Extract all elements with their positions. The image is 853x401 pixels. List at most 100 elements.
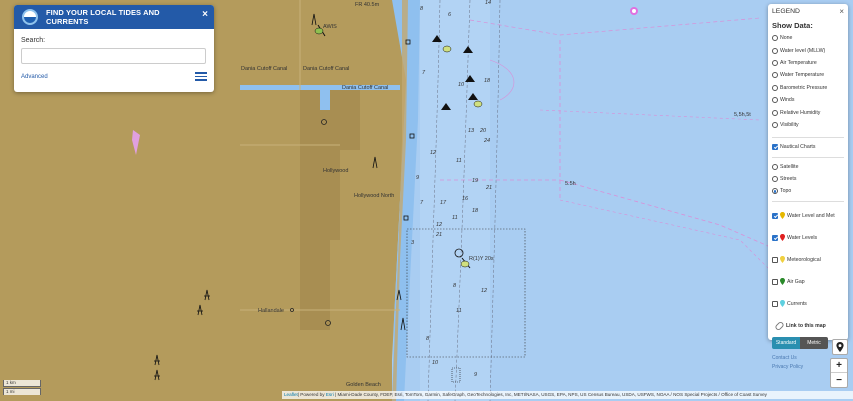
zoom-in-button[interactable]: + <box>831 359 847 373</box>
base-layer-streets[interactable]: Streets <box>772 173 844 185</box>
option-label: Relative Humidity <box>780 109 821 116</box>
scale-bar-km: 1 km <box>3 380 41 387</box>
list-icon[interactable] <box>195 72 207 81</box>
depth-sounding: 17 <box>440 200 447 206</box>
map-label-light: FR 40.5m <box>355 2 380 8</box>
esri-link[interactable]: Esri <box>326 392 334 397</box>
radio-icon[interactable] <box>772 35 778 42</box>
option-label: Winds <box>780 97 795 104</box>
option-label: Topo <box>780 188 792 195</box>
map-label-hollywood: Hollywood <box>323 168 349 174</box>
base-layer-satellite[interactable]: Satellite <box>772 161 844 173</box>
search-panel: FIND YOUR LOCAL TIDES AND CURRENTS × Sea… <box>14 5 214 92</box>
metric-units-button[interactable]: Metric <box>800 336 828 349</box>
radio-icon[interactable] <box>772 72 778 79</box>
radio-icon[interactable] <box>772 163 778 170</box>
checkbox-icon[interactable] <box>772 234 778 241</box>
map-label-depth-note: 5.5h <box>565 181 576 187</box>
data-option-relative-humidity[interactable]: Relative Humidity <box>772 106 844 118</box>
option-label: Currents <box>787 300 807 307</box>
legend-panel: LEGEND × Show Data: None Water level (ML… <box>768 4 848 370</box>
depth-sounding: 11 <box>456 308 462 314</box>
option-label: Water Levels <box>787 234 818 241</box>
depth-sounding: 19 <box>472 178 479 184</box>
radio-icon[interactable] <box>772 59 778 66</box>
layer-water-level-and-met[interactable]: Water Level and Met <box>772 205 844 227</box>
zoom-out-button[interactable]: − <box>831 373 847 387</box>
search-label: Search: <box>21 37 46 44</box>
option-label: Barometric Pressure <box>780 84 828 91</box>
link-icon <box>774 320 785 331</box>
map-label-dania-canal: Dania Cutoff Canal <box>303 66 350 72</box>
depth-sounding: 13 <box>468 128 475 134</box>
link-to-map-label: Link to this map <box>786 322 826 329</box>
layer-currents[interactable]: Currents <box>772 293 844 315</box>
noaa-logo-icon <box>22 9 38 25</box>
divider <box>772 156 844 158</box>
data-option-barometric-pressure[interactable]: Barometric Pressure <box>772 82 844 94</box>
depth-sounding: 10 <box>458 82 465 88</box>
link-to-map[interactable]: Link to this map <box>772 320 844 331</box>
data-option-visibility[interactable]: Visibility <box>772 119 844 131</box>
map-pin-icon <box>780 256 785 264</box>
data-option-water-temperature[interactable]: Water Temperature <box>772 69 844 81</box>
radio-icon[interactable] <box>772 109 778 116</box>
divider <box>772 200 844 202</box>
depth-sounding: 10 <box>432 360 439 366</box>
option-label: Nautical Charts <box>780 144 816 151</box>
option-label: Meteorological <box>787 256 821 263</box>
close-icon[interactable]: × <box>202 9 208 20</box>
depth-sounding: 6 <box>448 12 452 18</box>
legend-title: LEGEND <box>772 8 800 15</box>
data-option-winds[interactable]: Winds <box>772 94 844 106</box>
advanced-search-link[interactable]: Advanced <box>21 74 48 80</box>
layer-air-gap[interactable]: Air Gap <box>772 271 844 293</box>
attribution-sources: | Miami-Dade County, FDEP, Esri, TomTom,… <box>333 392 767 397</box>
radio-icon[interactable] <box>772 176 778 183</box>
radio-icon[interactable] <box>772 188 778 195</box>
radio-icon[interactable] <box>772 84 778 91</box>
option-label: Satellite <box>780 163 799 170</box>
checkbox-icon[interactable] <box>772 278 778 285</box>
data-option-air-temperature[interactable]: Air Temperature <box>772 57 844 69</box>
option-label: Water Level and Met <box>787 212 835 219</box>
radio-icon[interactable] <box>772 47 778 54</box>
depth-sounding: 8 <box>420 6 424 12</box>
data-option-none[interactable]: None <box>772 32 844 44</box>
depth-sounding: 12 <box>481 288 488 294</box>
radio-icon[interactable] <box>772 121 778 128</box>
map-label-light: R(1)Y 20s <box>469 256 494 262</box>
checkbox-icon[interactable] <box>772 144 778 151</box>
map-label-golden-beach: Golden Beach <box>346 382 381 388</box>
locate-me-button[interactable] <box>832 339 848 355</box>
depth-sounding: 3 <box>411 240 415 246</box>
map-label-awis: AWIS <box>323 24 337 30</box>
depth-sounding: 21 <box>486 185 493 191</box>
standard-units-button[interactable]: Standard <box>772 336 800 349</box>
option-label: Visibility <box>780 121 799 128</box>
map-pin-icon <box>780 278 785 286</box>
option-label: Water level (MLLW) <box>780 47 826 54</box>
data-option-water-level[interactable]: Water level (MLLW) <box>772 44 844 56</box>
depth-sounding: 20 <box>480 128 487 134</box>
leaflet-link[interactable]: Leaflet <box>284 392 298 397</box>
layer-meteorological[interactable]: Meteorological <box>772 249 844 271</box>
option-label: Streets <box>780 176 797 183</box>
map-pin-icon <box>780 300 785 308</box>
checkbox-icon[interactable] <box>772 212 778 219</box>
close-icon[interactable]: × <box>839 7 844 16</box>
base-layer-topo[interactable]: Topo <box>772 185 844 197</box>
depth-sounding: 11 <box>456 158 462 164</box>
radio-icon[interactable] <box>772 97 778 104</box>
depth-sounding: 12 <box>430 150 437 156</box>
map-pin-icon <box>780 234 785 242</box>
search-input[interactable] <box>21 48 206 64</box>
nautical-charts-toggle[interactable]: Nautical Charts <box>772 141 844 153</box>
search-panel-title: FIND YOUR LOCAL TIDES AND CURRENTS <box>46 8 160 26</box>
checkbox-icon[interactable] <box>772 256 778 263</box>
layer-water-levels[interactable]: Water Levels <box>772 227 844 249</box>
checkbox-icon[interactable] <box>772 300 778 307</box>
depth-sounding: 21 <box>436 232 443 238</box>
depth-sounding: 18 <box>472 208 479 214</box>
map-label-hollywood-north: Hollywood North <box>354 193 395 199</box>
